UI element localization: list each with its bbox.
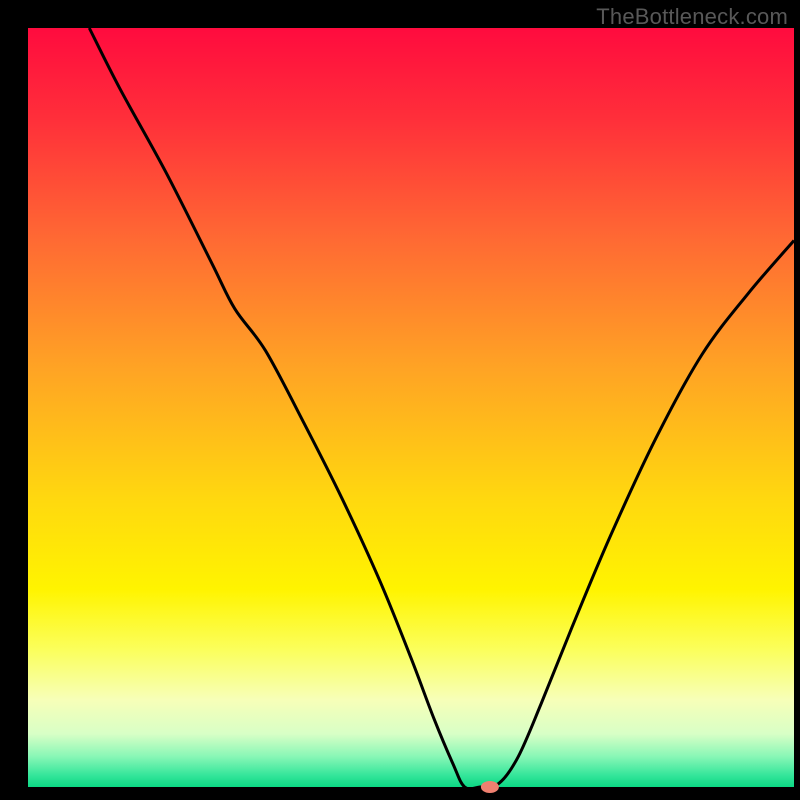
optimum-marker: [481, 781, 499, 793]
bottleneck-chart: [0, 0, 800, 800]
chart-stage: TheBottleneck.com: [0, 0, 800, 800]
plot-background: [28, 28, 794, 787]
watermark-text: TheBottleneck.com: [596, 4, 788, 30]
